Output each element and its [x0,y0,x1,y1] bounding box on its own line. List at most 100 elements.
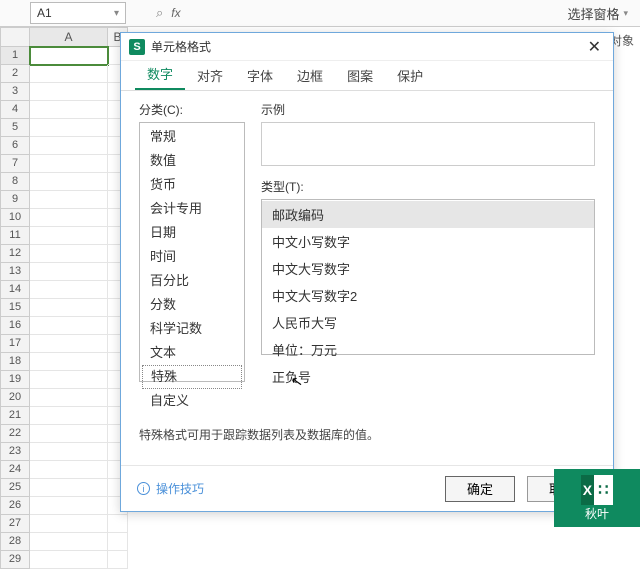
cell[interactable] [30,119,108,137]
tips-label: 操作技巧 [156,480,204,497]
cell[interactable] [30,461,108,479]
cell[interactable] [30,371,108,389]
tab-4[interactable]: 图案 [335,60,385,90]
row-header[interactable]: 1 [0,47,30,65]
select-all-corner[interactable] [0,27,30,47]
row-header[interactable]: 9 [0,191,30,209]
cell[interactable] [30,515,108,533]
cell[interactable] [30,533,108,551]
cell[interactable] [30,443,108,461]
tab-2[interactable]: 字体 [235,60,285,90]
cell[interactable] [30,173,108,191]
cell[interactable] [30,65,108,83]
row-header[interactable]: 5 [0,119,30,137]
ok-button[interactable]: 确定 [445,476,515,502]
type-item[interactable]: 中文大写数字2 [262,282,594,309]
category-item[interactable]: 文本 [140,341,244,365]
row-header[interactable]: 14 [0,281,30,299]
column-header-A[interactable]: A [30,27,108,47]
row-header[interactable]: 25 [0,479,30,497]
tab-0[interactable]: 数字 [135,58,185,90]
row-header[interactable]: 28 [0,533,30,551]
fx-label[interactable]: fx [171,6,180,20]
row-header[interactable]: 7 [0,155,30,173]
cell[interactable] [30,335,108,353]
row-header[interactable]: 20 [0,389,30,407]
cell[interactable] [108,551,128,569]
cell[interactable] [30,47,108,65]
row-header[interactable]: 26 [0,497,30,515]
cell[interactable] [30,191,108,209]
type-label: 类型(T): [261,178,595,195]
row-header[interactable]: 23 [0,443,30,461]
type-item[interactable]: 单位：万元 [262,336,594,363]
tab-1[interactable]: 对齐 [185,60,235,90]
cell[interactable] [30,497,108,515]
type-item[interactable]: 人民币大写 [262,309,594,336]
type-list[interactable]: 邮政编码中文小写数字中文大写数字中文大写数字2人民币大写单位：万元正负号 [261,199,595,355]
row-header[interactable]: 8 [0,173,30,191]
select-pane-button[interactable]: 选择窗格 ▾ [567,4,628,23]
cell[interactable] [30,479,108,497]
row-header[interactable]: 13 [0,263,30,281]
cell[interactable] [30,263,108,281]
category-item[interactable]: 日期 [140,221,244,245]
cell[interactable] [30,353,108,371]
cell[interactable] [30,317,108,335]
type-item[interactable]: 正负号 [262,363,594,390]
row-header[interactable]: 15 [0,299,30,317]
tips-link[interactable]: i 操作技巧 [137,480,204,497]
cell-format-dialog: S 单元格格式 ✕ 数字对齐字体边框图案保护 分类(C): 常规数值货币会计专用… [120,32,614,512]
cell[interactable] [30,299,108,317]
row-header[interactable]: 21 [0,407,30,425]
row-header[interactable]: 24 [0,461,30,479]
category-item[interactable]: 科学记数 [140,317,244,341]
row-header[interactable]: 16 [0,317,30,335]
category-item[interactable]: 常规 [140,125,244,149]
name-box[interactable]: A1 ▾ [30,2,126,24]
category-list[interactable]: 常规数值货币会计专用日期时间百分比分数科学记数文本特殊自定义 [139,122,245,382]
tab-5[interactable]: 保护 [385,60,435,90]
category-item[interactable]: 货币 [140,173,244,197]
row-header[interactable]: 29 [0,551,30,569]
row-header[interactable]: 19 [0,371,30,389]
row-header[interactable]: 3 [0,83,30,101]
type-item[interactable]: 中文大写数字 [262,255,594,282]
cell[interactable] [30,101,108,119]
row-header[interactable]: 18 [0,353,30,371]
cell[interactable] [30,209,108,227]
category-item[interactable]: 百分比 [140,269,244,293]
cell[interactable] [30,425,108,443]
row-header[interactable]: 6 [0,137,30,155]
cell[interactable] [108,533,128,551]
cell[interactable] [30,245,108,263]
cell[interactable] [30,83,108,101]
row-header[interactable]: 17 [0,335,30,353]
type-item[interactable]: 邮政编码 [262,201,594,228]
row-header[interactable]: 2 [0,65,30,83]
cell[interactable] [108,515,128,533]
cell[interactable] [30,389,108,407]
cell[interactable] [30,155,108,173]
row-header[interactable]: 27 [0,515,30,533]
cell[interactable] [30,551,108,569]
cell[interactable] [30,407,108,425]
type-item[interactable]: 中文小写数字 [262,228,594,255]
row-header[interactable]: 22 [0,425,30,443]
search-icon[interactable]: ⌕ [156,5,163,21]
row-header[interactable]: 4 [0,101,30,119]
category-item[interactable]: 数值 [140,149,244,173]
tab-3[interactable]: 边框 [285,60,335,90]
cell[interactable] [30,227,108,245]
category-item[interactable]: 会计专用 [140,197,244,221]
row-header[interactable]: 11 [0,227,30,245]
category-item[interactable]: 特殊 [142,365,242,389]
close-icon[interactable]: ✕ [584,37,605,57]
category-item[interactable]: 分数 [140,293,244,317]
category-item[interactable]: 时间 [140,245,244,269]
cell[interactable] [30,137,108,155]
row-header[interactable]: 12 [0,245,30,263]
row-header[interactable]: 10 [0,209,30,227]
cell[interactable] [30,281,108,299]
category-item[interactable]: 自定义 [140,389,244,413]
